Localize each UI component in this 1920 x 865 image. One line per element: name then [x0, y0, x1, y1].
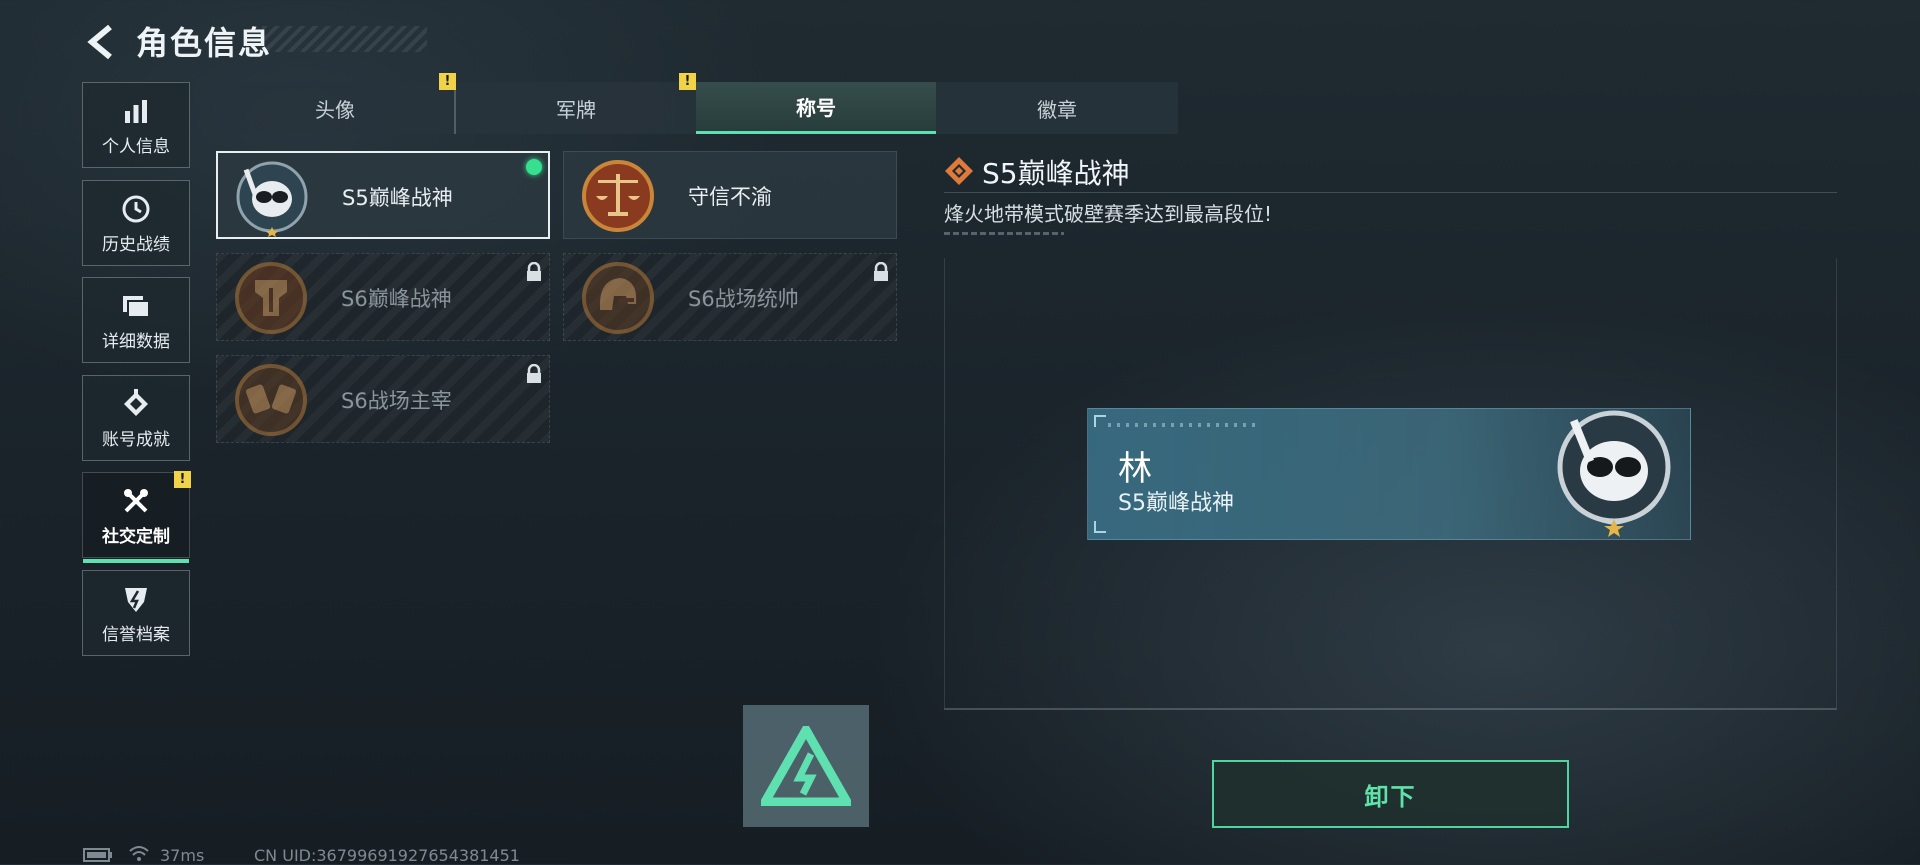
scales-emblem-icon — [582, 160, 654, 232]
tab-label: 军牌 — [556, 97, 596, 122]
ping-readout: 37ms — [160, 846, 205, 865]
tab-dog-tag[interactable]: 军牌 — [456, 82, 696, 134]
lock-icon — [527, 364, 541, 383]
player-name: 林 — [1118, 449, 1152, 489]
title-decoration — [262, 26, 427, 52]
sidebar-item-personal-info[interactable]: 个人信息 — [82, 82, 190, 168]
battery-icon — [83, 848, 112, 862]
triangle-logo-icon — [761, 726, 851, 806]
achievement-icon — [119, 387, 153, 421]
preview-frame — [1836, 258, 1837, 708]
diver-skull-emblem-icon — [1557, 410, 1671, 537]
bar-chart-icon — [119, 94, 153, 128]
lock-icon — [874, 262, 888, 281]
sidebar-item-label: 历史战绩 — [102, 234, 170, 255]
player-title: S5巅峰战神 — [1118, 491, 1234, 516]
sidebar-item-social-customize[interactable]: 社交定制 ! — [82, 471, 191, 563]
back-button[interactable] — [80, 20, 124, 64]
title-card[interactable]: S5巅峰战神 — [216, 151, 550, 239]
game-logo — [743, 705, 869, 827]
sidebar-item-label: 个人信息 — [102, 136, 170, 157]
diver-skull-emblem-icon — [236, 161, 308, 237]
alert-badge: ! — [174, 471, 191, 488]
wrench-screwdriver-icon — [119, 484, 153, 518]
title-card[interactable]: S6战场主宰 — [216, 355, 550, 443]
tab-title[interactable]: 称号 — [696, 82, 936, 134]
title-card-label: 守信不渝 — [688, 185, 772, 209]
divider — [944, 232, 1064, 235]
card-corner — [1094, 521, 1106, 533]
unequip-button[interactable]: 卸下 — [1212, 760, 1569, 828]
title-card-label: S6战场主宰 — [341, 389, 452, 413]
sidebar-item-label: 信誉档案 — [102, 624, 170, 645]
helmet-emblem-icon — [235, 262, 307, 334]
warrior-helmet-emblem-icon — [582, 262, 654, 334]
title-diamond-icon — [945, 157, 973, 185]
tab-label: 头像 — [315, 97, 355, 122]
tab-label: 称号 — [796, 96, 836, 120]
detail-title-name: S5巅峰战神 — [982, 157, 1130, 190]
title-card[interactable]: 守信不渝 — [563, 151, 897, 239]
card-decoration — [1108, 423, 1258, 427]
name-card-preview: 林 S5巅峰战神 — [1087, 408, 1691, 540]
sidebar-item-history[interactable]: 历史战绩 — [82, 180, 190, 266]
shield-icon — [119, 582, 153, 616]
sidebar-item-achievements[interactable]: 账号成就 — [82, 375, 190, 461]
divider — [944, 708, 1837, 710]
folder-icon — [119, 289, 153, 323]
sidebar-item-label: 社交定制 — [102, 526, 170, 547]
history-icon — [119, 192, 153, 226]
tab-avatar[interactable]: 头像 — [216, 82, 456, 134]
title-card-label: S6战场统帅 — [688, 287, 799, 311]
sidebar-item-detail-data[interactable]: 详细数据 — [82, 277, 190, 363]
alert-badge: ! — [439, 73, 456, 90]
sidebar-item-reputation[interactable]: 信誉档案 — [82, 570, 190, 656]
user-uid: CN UID:36799691927654381451 — [254, 846, 520, 865]
detail-description: 烽火地带模式破壁赛季达到最高段位! — [944, 202, 1273, 226]
equipped-indicator — [526, 159, 542, 175]
back-arrow-icon — [87, 24, 112, 60]
title-card-label: S6巅峰战神 — [341, 287, 452, 311]
tab-label: 徽章 — [1037, 97, 1077, 122]
title-card-label: S5巅峰战神 — [342, 186, 453, 210]
title-card[interactable]: S6战场统帅 — [563, 253, 897, 341]
divider — [944, 192, 1837, 193]
tab-bar: 头像 军牌 称号 徽章 — [216, 82, 1178, 134]
page-title: 角色信息 — [136, 24, 273, 62]
fists-emblem-icon — [235, 364, 307, 436]
tab-badge[interactable]: 徽章 — [936, 82, 1178, 134]
alert-badge: ! — [679, 73, 696, 90]
title-card[interactable]: S6巅峰战神 — [216, 253, 550, 341]
card-corner — [1094, 415, 1106, 427]
sidebar-item-label: 账号成就 — [102, 429, 170, 450]
lock-icon — [527, 262, 541, 281]
wifi-icon — [129, 846, 149, 861]
preview-frame — [944, 258, 945, 708]
sidebar-item-label: 详细数据 — [102, 331, 170, 352]
